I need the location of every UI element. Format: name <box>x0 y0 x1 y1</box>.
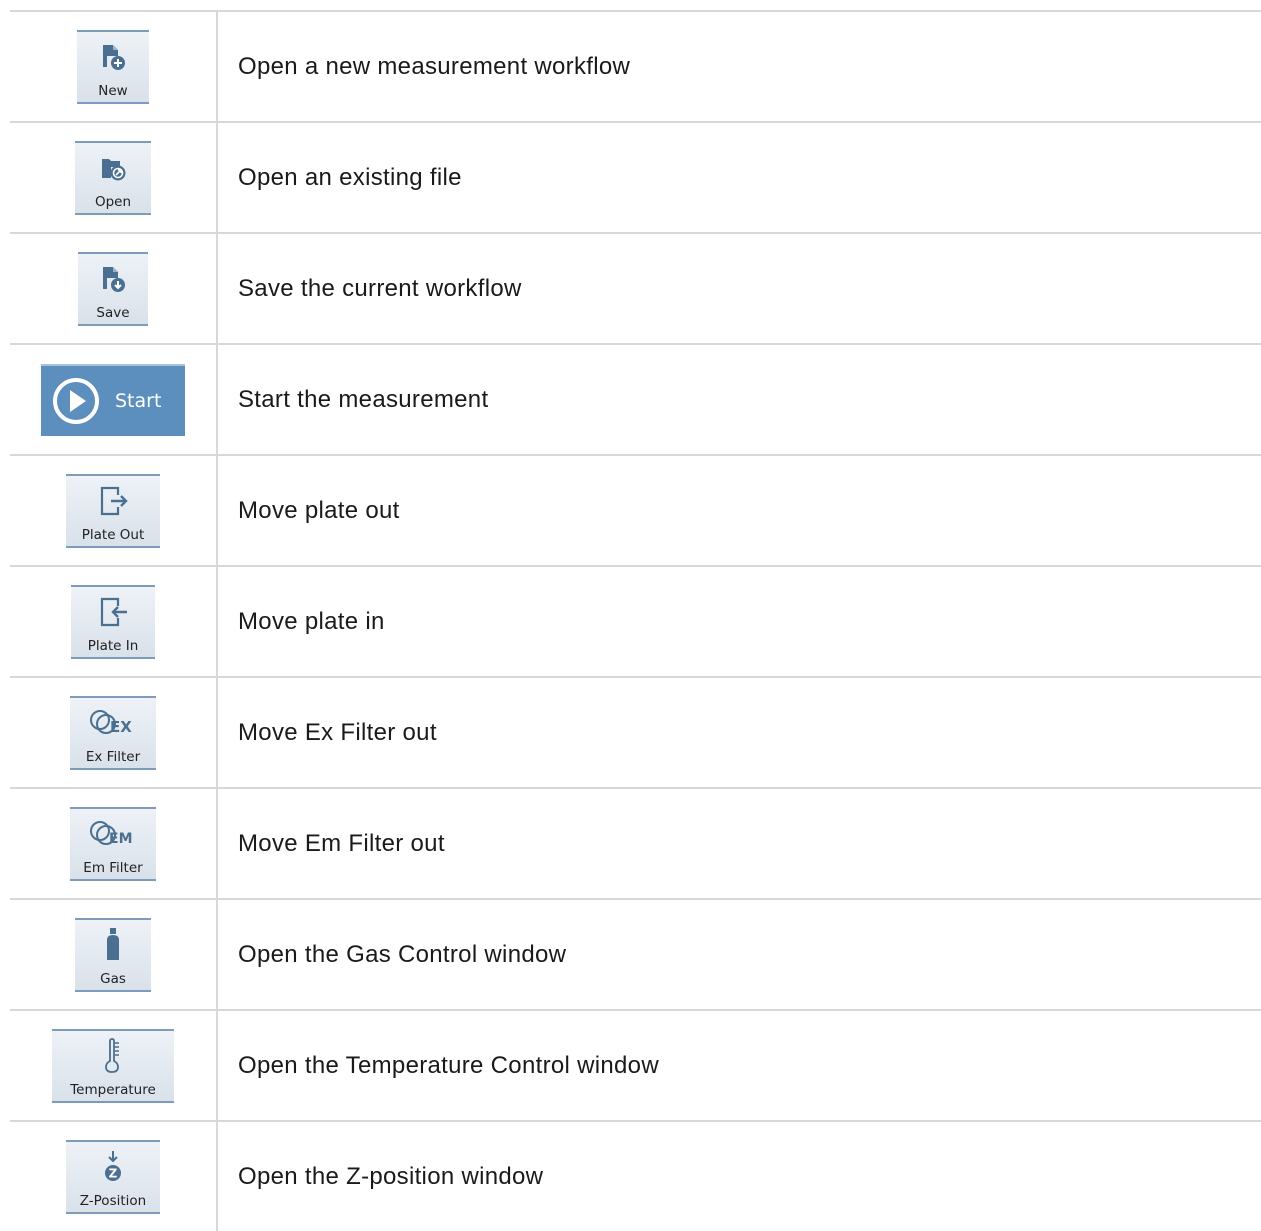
plate-out-button-label: Plate Out <box>81 526 145 543</box>
svg-text:EM: EM <box>109 831 133 847</box>
row-description: Open the Z-position window <box>238 1162 544 1190</box>
table-row: Plate In Move plate in <box>10 565 1261 676</box>
temperature-button-label: Temperature <box>70 1081 156 1098</box>
em-filter-icon: EM <box>87 809 139 860</box>
gas-button-label: Gas <box>100 970 126 987</box>
icon-cell: New <box>10 12 218 121</box>
start-button-label: Start <box>115 389 162 412</box>
row-description: Move plate in <box>238 607 385 635</box>
row-description: Move Em Filter out <box>238 829 445 857</box>
plate-in-button-label: Plate In <box>87 637 139 654</box>
row-description: Save the current workflow <box>238 274 522 302</box>
plate-out-icon <box>96 476 130 527</box>
row-description: Open the Gas Control window <box>238 940 567 968</box>
new-file-icon <box>98 32 128 83</box>
table-row: Temperature Open the Temperature Control… <box>10 1009 1261 1120</box>
icon-cell: EX Ex Filter <box>10 678 218 787</box>
gas-button[interactable]: Gas <box>75 917 151 992</box>
z-position-icon: Z <box>101 1142 125 1193</box>
table-row: EM Em Filter Move Em Filter out <box>10 787 1261 898</box>
z-position-button[interactable]: Z Z-Position <box>66 1139 160 1214</box>
svg-text:Z: Z <box>109 1167 118 1181</box>
icon-cell: Temperature <box>10 1011 218 1120</box>
table-row: Z Z-Position Open the Z-position window <box>10 1120 1261 1231</box>
plate-out-button[interactable]: Plate Out <box>66 473 160 548</box>
icon-cell: Save <box>10 234 218 343</box>
row-description: Move Ex Filter out <box>238 718 437 746</box>
table-row: Start Start the measurement <box>10 343 1261 454</box>
table-row: Save Save the current workflow <box>10 232 1261 343</box>
plate-in-icon <box>96 587 130 638</box>
icon-cell: Z Z-Position <box>10 1122 218 1231</box>
icon-cell: Plate In <box>10 567 218 676</box>
ex-filter-icon: EX <box>87 698 139 749</box>
temperature-button[interactable]: Temperature <box>52 1028 174 1103</box>
table-row: Plate Out Move plate out <box>10 454 1261 565</box>
table-row: New Open a new measurement workflow <box>10 10 1261 121</box>
icon-cell: Gas <box>10 900 218 1009</box>
ex-filter-button-label: Ex Filter <box>85 748 141 765</box>
new-button[interactable]: New <box>77 29 149 104</box>
em-filter-button[interactable]: EM Em Filter <box>70 806 156 881</box>
row-description: Move plate out <box>238 496 400 524</box>
save-button-label: Save <box>96 304 130 321</box>
open-button-label: Open <box>94 193 132 210</box>
toolbar-reference-table: New Open a new measurement workflow Open… <box>10 10 1261 1231</box>
start-button[interactable]: Start <box>41 363 185 436</box>
icon-cell: EM Em Filter <box>10 789 218 898</box>
table-row: Open Open an existing file <box>10 121 1261 232</box>
table-row: Gas Open the Gas Control window <box>10 898 1261 1009</box>
icon-cell: Start <box>10 345 218 454</box>
icon-cell: Open <box>10 123 218 232</box>
open-button[interactable]: Open <box>75 140 151 215</box>
plate-in-button[interactable]: Plate In <box>71 584 155 659</box>
icon-cell: Plate Out <box>10 456 218 565</box>
thermometer-icon <box>101 1031 125 1082</box>
row-description: Open the Temperature Control window <box>238 1051 659 1079</box>
row-description: Open an existing file <box>238 163 462 191</box>
svg-text:EX: EX <box>110 718 132 736</box>
z-position-button-label: Z-Position <box>79 1192 147 1209</box>
ex-filter-button[interactable]: EX Ex Filter <box>70 695 156 770</box>
gas-bottle-icon <box>101 920 125 971</box>
row-description: Start the measurement <box>238 385 489 413</box>
new-button-label: New <box>98 82 128 99</box>
play-icon <box>51 376 101 426</box>
save-button[interactable]: Save <box>78 251 148 326</box>
em-filter-button-label: Em Filter <box>83 859 143 876</box>
row-description: Open a new measurement workflow <box>238 52 631 80</box>
table-row: EX Ex Filter Move Ex Filter out <box>10 676 1261 787</box>
save-file-icon <box>98 254 128 305</box>
open-folder-icon <box>98 143 128 194</box>
